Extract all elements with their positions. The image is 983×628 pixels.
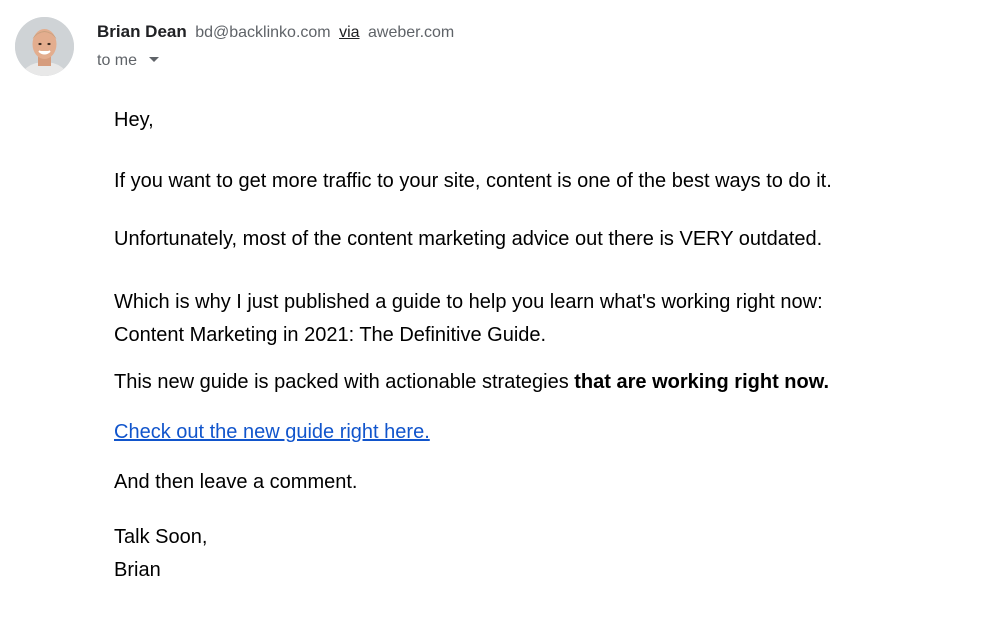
guide-announcement-line: Which is why I just published a guide to… (114, 291, 823, 313)
guide-title: Content Marketing in 2021: The Definitiv… (114, 324, 547, 346)
sender-email: bd@backlinko.com (195, 24, 331, 41)
sender-name[interactable]: Brian Dean (97, 22, 187, 41)
cta-paragraph: Check out the new guide right here. (114, 420, 430, 445)
paragraph-guide-announcement: Which is why I just published a guide to… (114, 286, 823, 352)
paragraph-comment: And then leave a comment. (114, 471, 358, 493)
chevron-down-icon[interactable] (149, 57, 160, 63)
email-header: Brian Dean bd@backlinko.com via aweber.c… (0, 0, 983, 90)
sender-line: Brian Dean bd@backlinko.com via aweber.c… (97, 21, 454, 44)
greeting: Hey, (114, 109, 154, 131)
signoff-block: Talk Soon, Brian (114, 521, 207, 587)
guide-link[interactable]: Check out the new guide right here. (114, 421, 430, 443)
strategies-text: This new guide is packed with actionable… (114, 371, 575, 393)
strategies-emphasis: that are working right now. (574, 371, 830, 393)
signature: Brian (114, 559, 161, 581)
via-link[interactable]: via (339, 24, 359, 41)
paragraph-strategies: This new guide is packed with actionable… (114, 370, 829, 395)
via-domain: aweber.com (367, 24, 455, 41)
paragraph-outdated-advice: Unfortunately, most of the content marke… (114, 228, 823, 250)
avatar-photo-icon (15, 17, 74, 76)
paragraph-traffic: If you want to get more traffic to your … (114, 170, 832, 192)
sender-avatar[interactable] (15, 17, 74, 76)
recipient-label: to me (97, 52, 138, 69)
recipient-details-toggle[interactable]: to me (97, 51, 160, 71)
signoff: Talk Soon, (114, 526, 208, 548)
